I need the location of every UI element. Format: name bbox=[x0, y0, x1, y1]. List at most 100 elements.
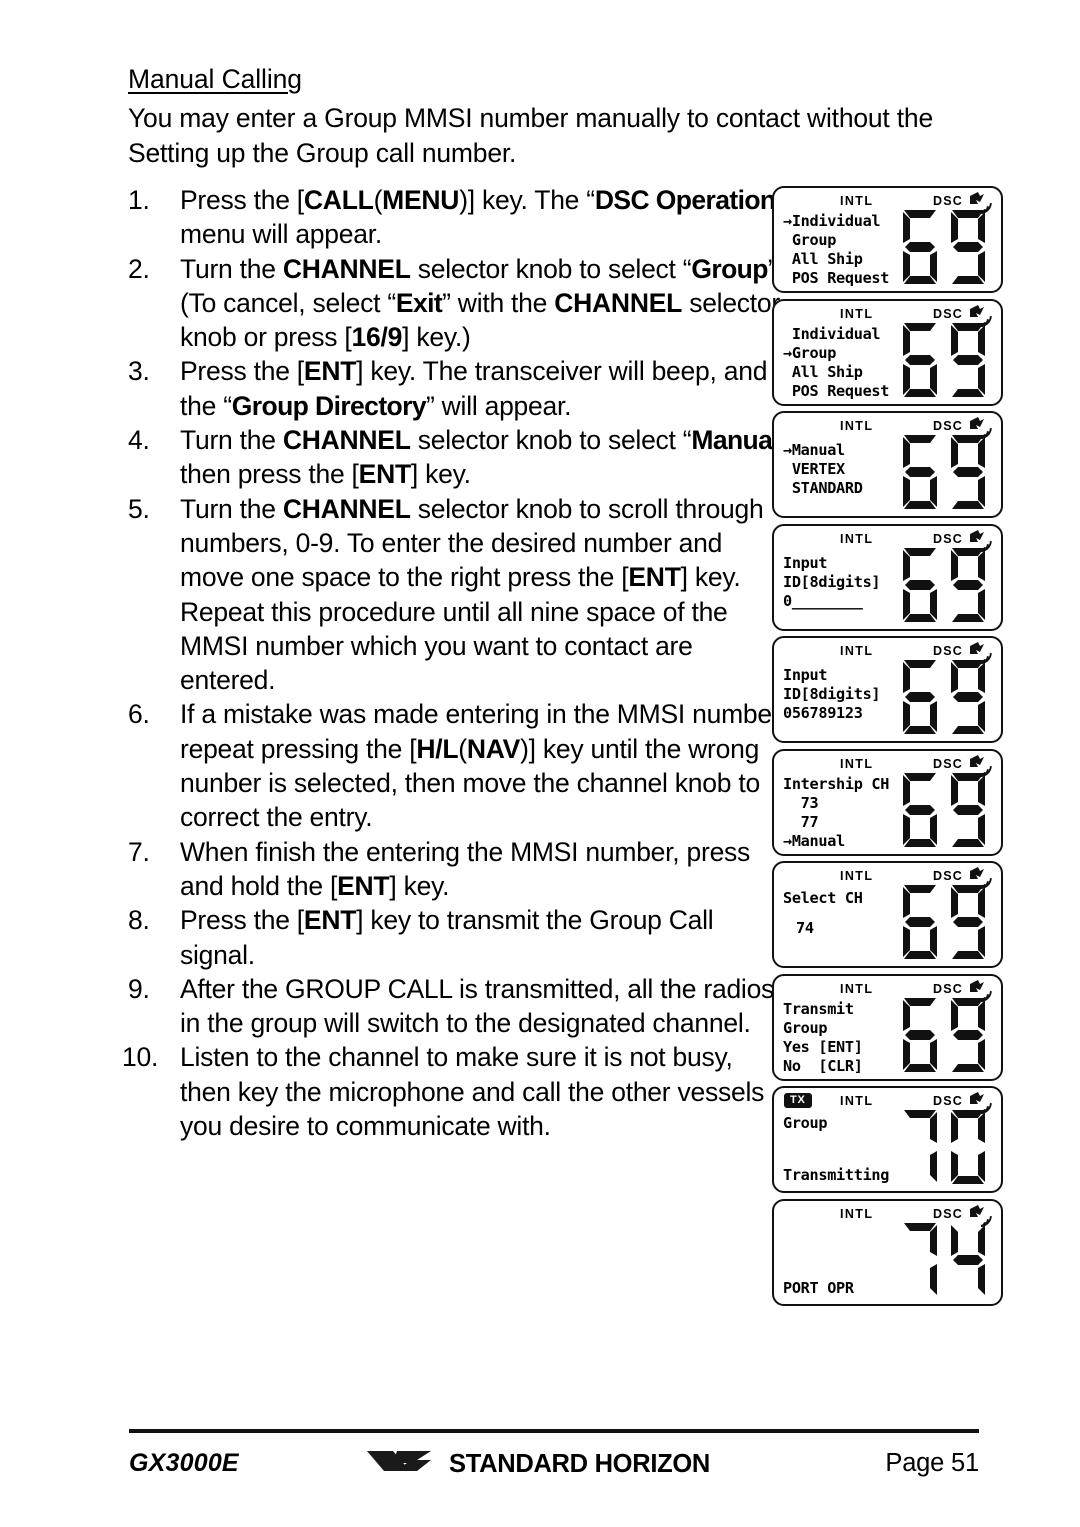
model-name: GX3000E bbox=[129, 1449, 239, 1477]
step-item: 1. Press the [CALL(MENU)] key. The “DSC O… bbox=[128, 183, 788, 252]
step-text: Turn the CHANNEL selector knob to scroll… bbox=[180, 494, 764, 695]
lcd-status-bar: INTL DSC bbox=[774, 417, 1001, 439]
lcd-panel: INTL DSC Input ID[8digits] 0________ bbox=[772, 523, 1003, 631]
step-text-run: ” will appear. bbox=[425, 390, 572, 421]
numbered-steps: 1. Press the [CALL(MENU)] key. The “DSC O… bbox=[122, 183, 788, 1143]
step-text: Press the [ENT] key to transmit the Grou… bbox=[180, 905, 714, 969]
lcd-panel: INTL DSC →Manual VERTEX STANDARD bbox=[772, 411, 1003, 518]
step-text-run: Press the [ bbox=[180, 356, 304, 387]
step-text: Turn the CHANNEL selector knob to select… bbox=[180, 254, 780, 353]
step-text: After the GROUP CALL is transmitted, all… bbox=[180, 974, 774, 1038]
lcd-panel: TX INTL DSC Group Transmitting bbox=[772, 1086, 1003, 1193]
step-item: 10. Listen to the channel to make sure it… bbox=[122, 1040, 788, 1143]
step-text-run: Listen to the channel to make sure it is… bbox=[180, 1042, 765, 1142]
tx-indicator: TX bbox=[784, 1093, 812, 1108]
standard-horizon-mark bbox=[367, 1451, 431, 1471]
dsc-indicator: DSC bbox=[933, 644, 963, 658]
channel-digit bbox=[951, 210, 985, 284]
step-text-run: CHANNEL bbox=[554, 287, 683, 318]
step-number: 9. bbox=[128, 973, 150, 1004]
dsc-indicator: DSC bbox=[933, 756, 963, 771]
step-item: 3. Press the [ENT] key. The transceiver w… bbox=[128, 354, 788, 423]
step-number: 5. bbox=[128, 493, 150, 524]
step-text-run: ENT bbox=[303, 905, 357, 936]
step-text-run: Press the [ bbox=[180, 185, 304, 215]
dsc-indicator: DSC bbox=[933, 419, 963, 433]
step-text: Listen to the channel to make sure it is… bbox=[180, 1042, 764, 1141]
step-text-run: Turn the bbox=[180, 425, 283, 456]
page-number: Page 51 bbox=[885, 1449, 979, 1477]
step-text-run: selector knob to select “ bbox=[410, 425, 692, 456]
channel-digit bbox=[903, 997, 937, 1072]
channel-digit bbox=[951, 660, 985, 734]
step-text-run: )] key. The “ bbox=[459, 185, 595, 215]
step-text: Press the [CALL(MENU)] key. The “DSC Ope… bbox=[180, 185, 784, 249]
step-number: 8. bbox=[128, 905, 150, 936]
step-text-run: DSC Operation bbox=[594, 185, 776, 215]
dsc-indicator: DSC bbox=[933, 306, 963, 321]
instruction-column: Manual Calling You may enter a Group MMS… bbox=[122, 62, 933, 1143]
step-item: 6. If a mistake was made entering in the … bbox=[128, 697, 788, 834]
step-number: 2. bbox=[128, 253, 150, 284]
lcd-status-bar: INTL DSC bbox=[774, 979, 1001, 1002]
intl-indicator: INTL bbox=[840, 419, 874, 433]
page-footer: GX3000E STANDARD HORIZON Page 51 bbox=[129, 1447, 979, 1487]
step-text-run: NAV bbox=[466, 733, 521, 764]
step-text-run: H/L bbox=[416, 733, 459, 764]
lcd-panel: INTL DSC Individual →Group All Ship POS Re… bbox=[772, 298, 1003, 406]
dsc-indicator: DSC bbox=[933, 1094, 963, 1108]
step-text-run: ] key. bbox=[389, 870, 450, 901]
intro-paragraph: You may enter a Group MMSI number manual… bbox=[128, 103, 933, 168]
step-text-run: Turn the bbox=[180, 493, 283, 524]
step-number: 1. bbox=[128, 185, 150, 215]
step-text-run: MENU bbox=[382, 185, 460, 215]
lcd-panel: INTL DSC PORT OPR bbox=[772, 1198, 1003, 1306]
lcd-panel: INTL DSC Intership CH 73 77 →Manual bbox=[772, 748, 1003, 856]
step-text-run: 16/9 bbox=[351, 322, 403, 353]
channel-digit bbox=[951, 885, 985, 959]
intl-indicator: INTL bbox=[840, 756, 874, 771]
step-item: 7. When finish the entering the MMSI numb… bbox=[128, 835, 788, 904]
channel-number-display bbox=[897, 658, 993, 738]
lcd-bottom-label: Transmitting bbox=[783, 1166, 890, 1184]
lcd-bottom-label: PORT OPR bbox=[783, 1278, 854, 1297]
step-text-run: ENT bbox=[337, 870, 390, 901]
step-text: If a mistake was made entering in the MM… bbox=[180, 699, 781, 832]
lcd-panel: INTL DSC Input ID[8digits] 056789123 bbox=[772, 636, 1003, 743]
lcd-panel: INTL DSC Transmit Group Yes [ENT] No [CLR] bbox=[772, 973, 1003, 1081]
intl-indicator: INTL bbox=[840, 1206, 874, 1221]
intl-indicator: INTL bbox=[840, 981, 874, 996]
channel-digit bbox=[903, 547, 937, 622]
step-text-run: CHANNEL bbox=[282, 425, 411, 456]
step-text-run: CHANNEL bbox=[282, 253, 411, 284]
channel-digit bbox=[951, 322, 985, 397]
step-text-run: ( bbox=[458, 733, 467, 764]
lcd-screenshot-stack: INTL DSC →Individual Group All Ship POS Re… bbox=[772, 186, 1006, 1311]
step-item: 5. Turn the CHANNEL selector knob to scro… bbox=[128, 492, 788, 698]
channel-number-display bbox=[897, 1221, 993, 1301]
lcd-status-bar: INTL DSC bbox=[774, 529, 1001, 552]
channel-digit bbox=[903, 660, 937, 734]
step-text-run: selector knob to select “ bbox=[410, 253, 692, 284]
lcd-status-bar: INTL DSC bbox=[774, 754, 1001, 777]
channel-digit bbox=[951, 997, 985, 1072]
channel-digit bbox=[903, 772, 937, 847]
channel-digit bbox=[904, 1110, 937, 1182]
step-number: 10. bbox=[122, 1042, 159, 1073]
channel-number-display bbox=[897, 321, 993, 401]
channel-number-display bbox=[897, 996, 993, 1076]
step-text: Press the [ENT] key. The transceiver wil… bbox=[180, 356, 767, 420]
intl-indicator: INTL bbox=[840, 531, 874, 546]
intl-indicator: INTL bbox=[840, 869, 874, 883]
lcd-status-bar: INTL DSC bbox=[774, 192, 1001, 214]
channel-digit bbox=[951, 772, 985, 847]
step-text-run: Group bbox=[691, 253, 768, 284]
channel-digit bbox=[903, 885, 937, 959]
manual-page: Manual Calling You may enter a Group MMS… bbox=[0, 0, 1080, 1527]
intl-indicator: INTL bbox=[840, 1094, 874, 1108]
channel-digit bbox=[951, 435, 985, 509]
brand-logo: STANDARD HORIZON bbox=[367, 1447, 710, 1481]
intl-indicator: INTL bbox=[840, 644, 874, 658]
lcd-status-bar: INTL DSC bbox=[774, 304, 1001, 327]
step-text-run: ENT bbox=[628, 562, 681, 593]
